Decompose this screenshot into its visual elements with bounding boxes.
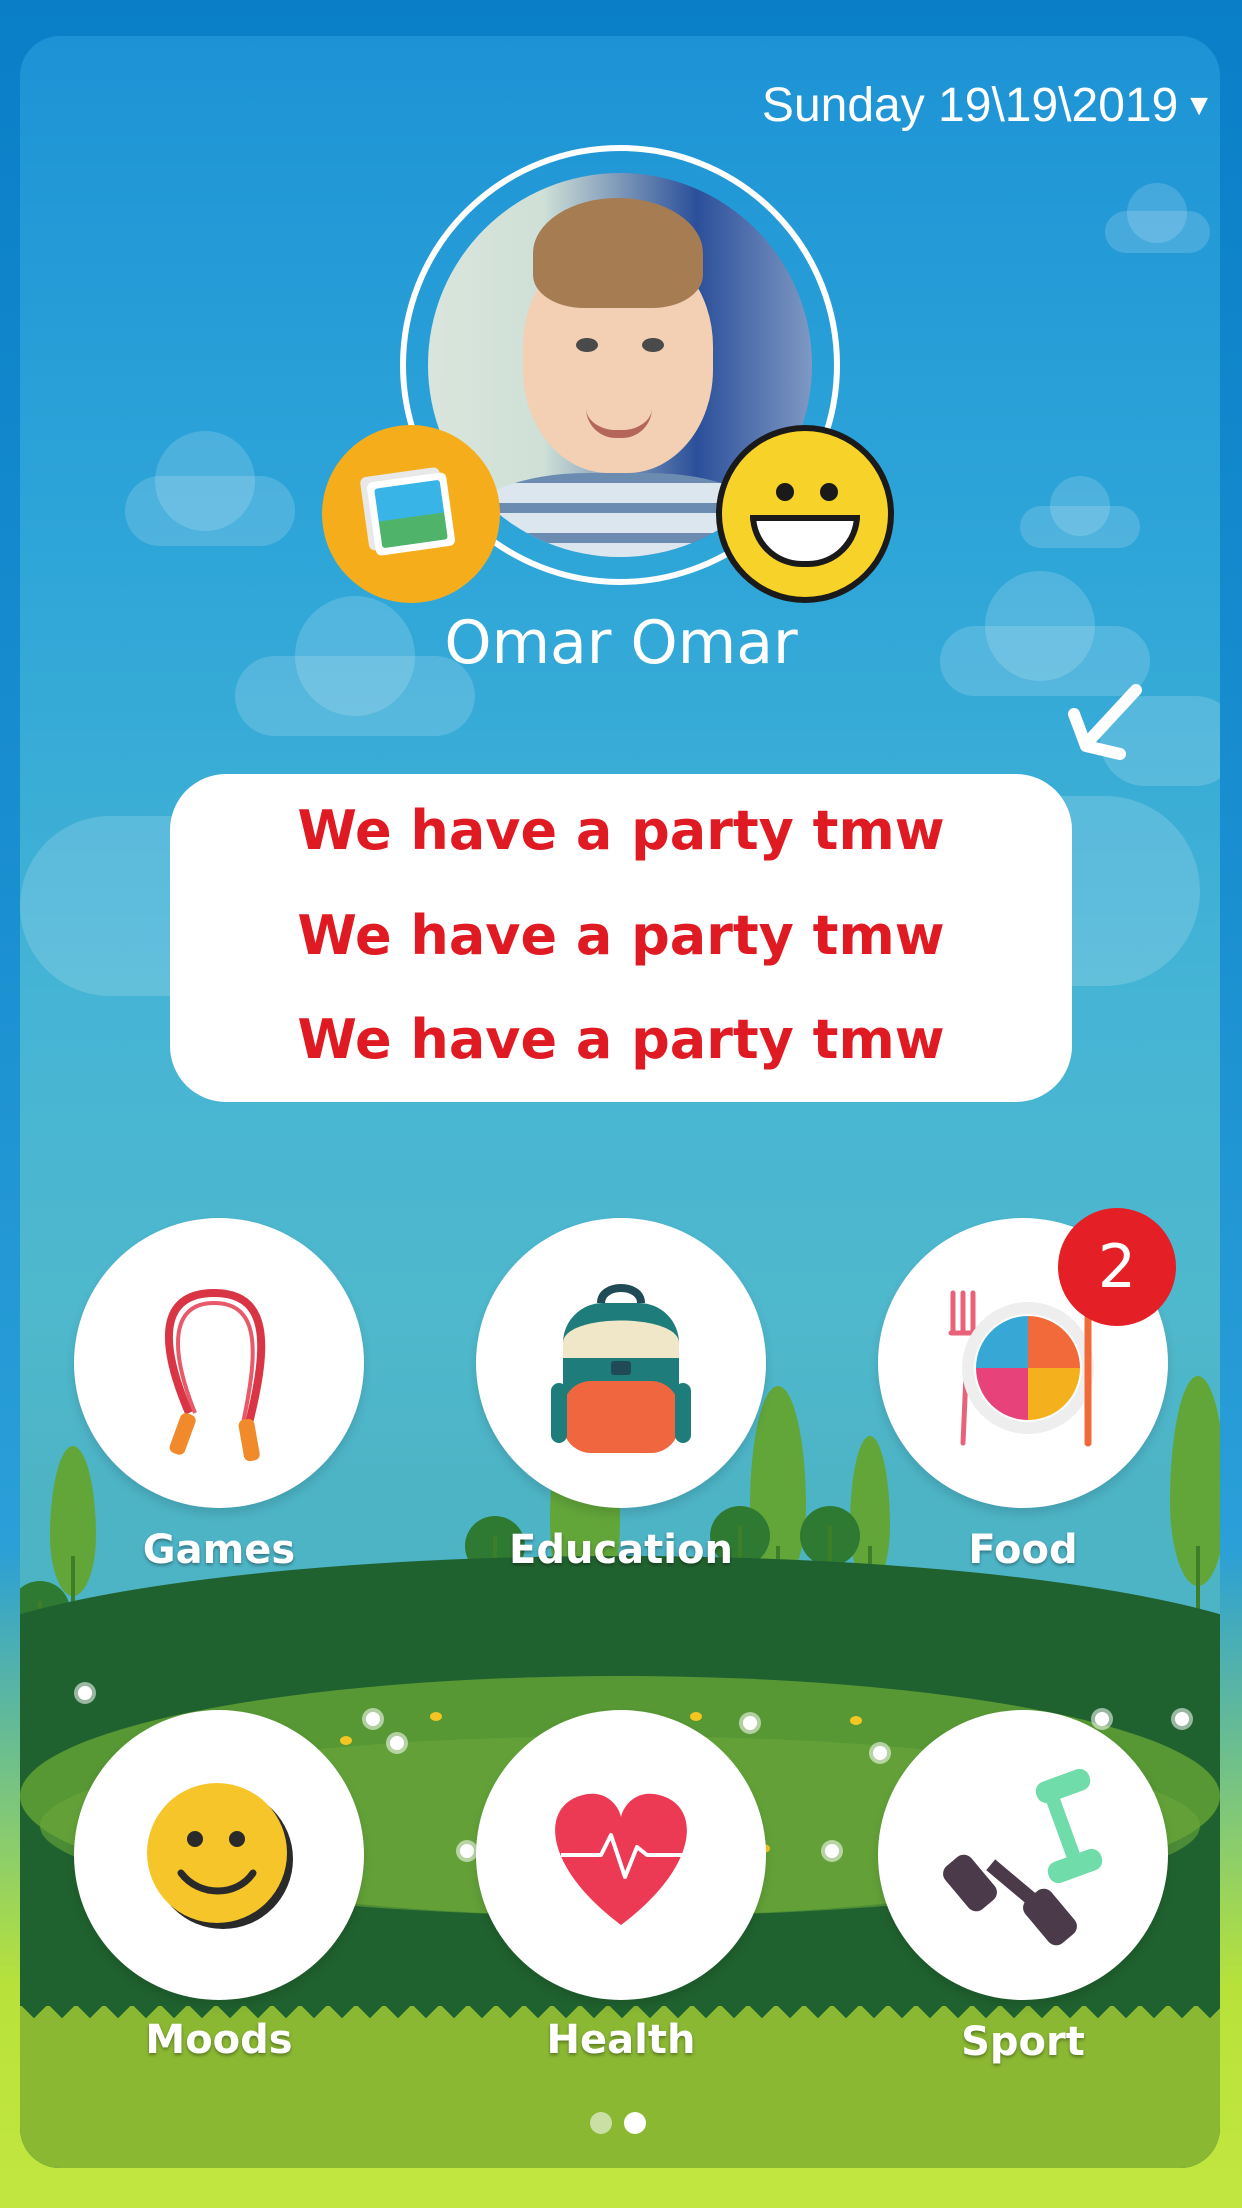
change-photo-button[interactable]	[322, 425, 500, 603]
education-label: Education	[509, 1527, 733, 1573]
grinning-face-icon	[722, 431, 888, 597]
health-tile[interactable]	[476, 1710, 766, 2000]
sport-label: Sport	[961, 2019, 1085, 2065]
flower	[825, 1844, 839, 1858]
food-label: Food	[968, 1527, 1078, 1573]
cloud	[1105, 183, 1210, 253]
smiley-icon	[147, 1783, 293, 1929]
message-line: We have a party tmw	[297, 799, 945, 862]
child-hair	[533, 198, 703, 308]
flower	[690, 1712, 702, 1721]
moods-label: Moods	[145, 2017, 293, 2063]
page-dot-active[interactable]	[624, 2112, 646, 2134]
flower	[1095, 1712, 1109, 1726]
flower	[743, 1716, 757, 1730]
flower	[78, 1686, 92, 1700]
mood-button[interactable]	[716, 425, 894, 603]
cloud	[1020, 476, 1140, 548]
jump-rope-icon	[164, 1288, 266, 1462]
tree	[50, 1446, 96, 1596]
flower	[390, 1736, 404, 1750]
backpack-icon	[551, 1284, 691, 1453]
flower	[340, 1736, 352, 1745]
notification-badge: 2	[1058, 1208, 1176, 1326]
tree	[1170, 1376, 1220, 1586]
page-dot[interactable]	[590, 2112, 612, 2134]
date-label: Sunday 19\19\2019	[761, 79, 1179, 132]
health-label: Health	[546, 2017, 696, 2063]
flower	[366, 1712, 380, 1726]
profile-name: Omar Omar	[444, 608, 798, 678]
games-label: Games	[142, 1527, 296, 1573]
message-line: We have a party tmw	[297, 904, 945, 967]
flower	[460, 1844, 474, 1858]
flower	[850, 1716, 862, 1725]
games-tile[interactable]	[74, 1218, 364, 1508]
message-line: We have a party tmw	[297, 1008, 945, 1071]
caret-down-icon: ▼	[1184, 89, 1214, 122]
cloud	[125, 431, 295, 546]
message-card: We have a party tmw We have a party tmw …	[170, 774, 1072, 1102]
image-icon	[366, 471, 456, 557]
date-selector[interactable]: Sunday 19\19\2019 ▼	[762, 78, 1214, 133]
arrow-down-left-icon	[1068, 684, 1142, 760]
education-tile[interactable]	[476, 1218, 766, 1508]
heartbeat-icon	[555, 1793, 687, 1925]
child-eye	[576, 338, 598, 352]
moods-tile[interactable]	[74, 1710, 364, 2000]
child-eye	[642, 338, 664, 352]
flower	[873, 1746, 887, 1760]
sport-tile[interactable]	[878, 1710, 1168, 2000]
bush	[800, 1506, 860, 1566]
flower	[430, 1712, 442, 1721]
page-indicator	[590, 2112, 646, 2134]
dumbbell-icon	[943, 1768, 1103, 1946]
flower	[1175, 1712, 1189, 1726]
